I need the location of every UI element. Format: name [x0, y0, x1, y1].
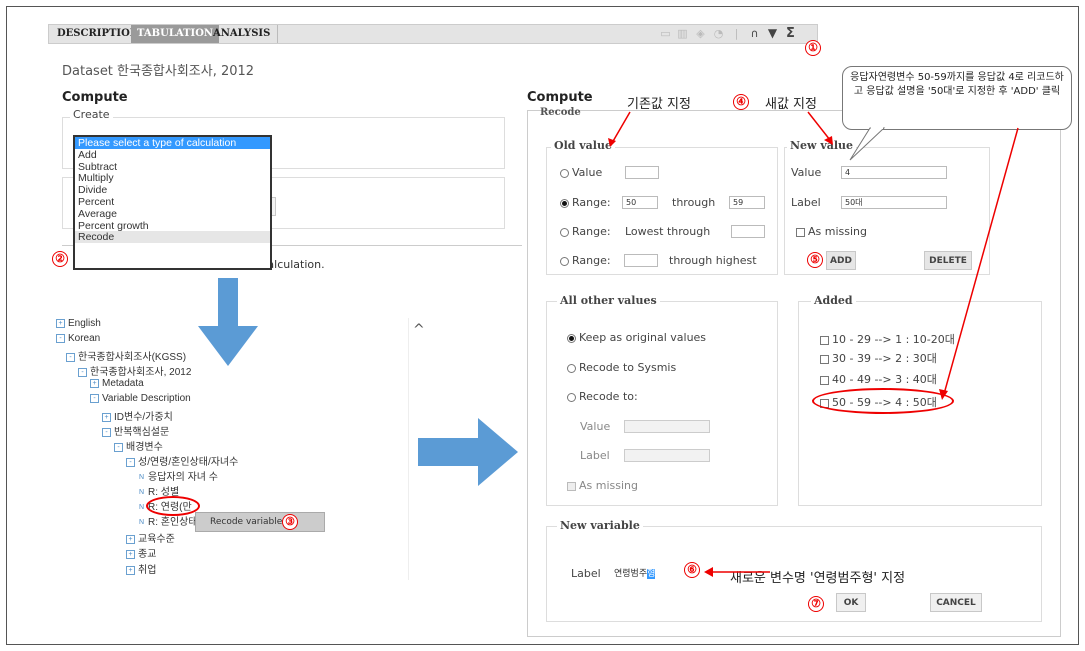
annotation-arrows [198, 111, 1019, 577]
blue-down-arrow [198, 278, 258, 366]
new-variable-arrowhead [704, 567, 713, 577]
added-arrow [943, 127, 1019, 395]
blue-right-arrow [418, 418, 518, 486]
added-arrowhead [939, 389, 948, 400]
bubble-tail [849, 127, 886, 161]
new-value-arrow [807, 111, 831, 141]
old-value-arrow [611, 111, 631, 144]
